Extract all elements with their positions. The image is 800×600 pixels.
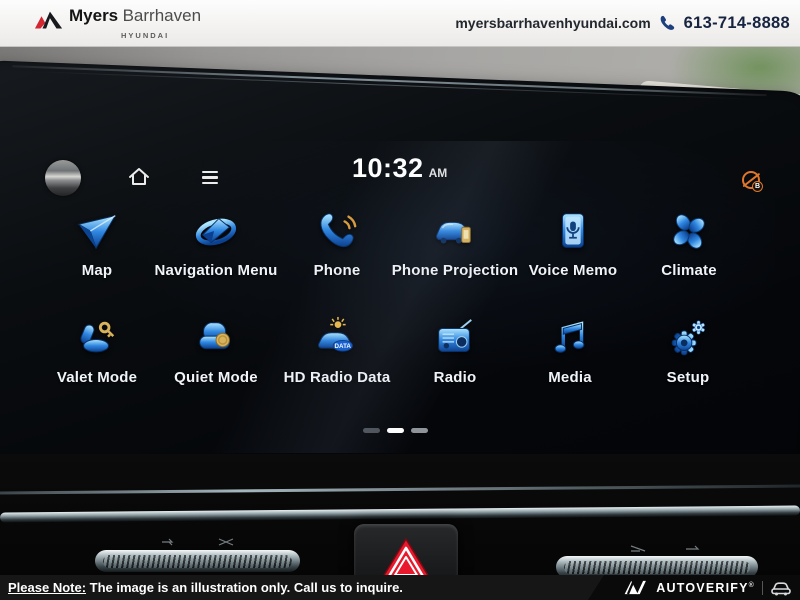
phone-contact-icon <box>658 14 677 33</box>
menu-icon <box>202 182 218 184</box>
map-thumbnail[interactable] <box>45 160 81 196</box>
car-icon <box>770 580 792 596</box>
page-indicator <box>363 428 428 433</box>
photo-footer: Please Note: The image is an illustratio… <box>0 575 800 600</box>
climate-icon <box>666 209 712 255</box>
dashboard-photo: 10:32AM B Map <box>0 46 800 600</box>
menu-item-setup[interactable]: Setup <box>603 316 773 388</box>
page-indicator-dot[interactable] <box>363 428 380 433</box>
menu-button[interactable] <box>202 171 218 184</box>
svg-text:DATA: DATA <box>335 343 352 350</box>
myers-logo-icon <box>34 8 64 32</box>
navigation-menu-icon <box>193 209 239 255</box>
dealer-website: myersbarrhavenhyundai.com <box>455 15 650 31</box>
dealer-name-bold: Myers <box>69 6 118 25</box>
infotainment-screen: 10:32AM B Map <box>30 141 775 453</box>
vent-controls <box>160 538 238 547</box>
clock: 10:32 AM <box>352 153 447 184</box>
dealer-brand: HYUNDAI <box>121 26 201 46</box>
vent-control-icon <box>160 538 182 547</box>
phone-icon <box>314 209 360 255</box>
valet-mode-icon <box>74 316 120 362</box>
vent-control-icon <box>216 538 238 547</box>
phone-projection-icon <box>432 209 478 255</box>
hd-radio-data-icon: DATA <box>314 316 360 362</box>
chrome-trim <box>0 485 800 495</box>
dealer-vehicle-photo: Myers Barrhaven HYUNDAI myersbarrhavenhy… <box>0 0 800 600</box>
media-icon <box>547 316 593 362</box>
air-vent-trim <box>95 550 300 572</box>
dealer-name-regular: Barrhaven <box>123 6 201 25</box>
time-period: AM <box>429 166 448 180</box>
menu-item-label: Climate <box>604 262 774 281</box>
menu-item-label: Setup <box>603 369 773 388</box>
dealer-logo: Myers Barrhaven HYUNDAI <box>34 6 201 46</box>
home-button[interactable] <box>128 167 150 187</box>
autoverify-brand: AUTOVERIFY® <box>623 575 792 600</box>
setup-icon <box>665 316 711 362</box>
chrome-trim <box>0 506 800 523</box>
autoverify-logo-icon <box>623 579 649 596</box>
menu-item-climate[interactable]: Climate <box>604 209 774 281</box>
bluetooth-phone-battery-icon: B <box>742 171 760 189</box>
disclaimer-label: Please Note: <box>8 580 86 595</box>
dealer-contact: myersbarrhavenhyundai.com 613-714-8888 <box>455 0 790 46</box>
dealer-header: Myers Barrhaven HYUNDAI myersbarrhavenhy… <box>0 0 800 46</box>
voice-memo-icon <box>550 209 596 255</box>
dealer-phone: 613-714-8888 <box>684 14 790 33</box>
map-icon <box>74 209 120 255</box>
bluetooth-badge: B <box>752 181 763 192</box>
vent-control-icon <box>628 544 650 553</box>
registered-mark: ® <box>749 581 755 588</box>
disclaimer: Please Note: The image is an illustratio… <box>8 580 403 595</box>
footer-divider <box>762 581 763 595</box>
page-indicator-dot[interactable] <box>411 428 428 433</box>
quiet-mode-icon <box>193 316 239 362</box>
vent-control-icon <box>684 544 706 553</box>
time-value: 10:32 <box>352 153 424 183</box>
radio-icon <box>432 316 478 362</box>
page-indicator-dot-active[interactable] <box>387 428 404 433</box>
menu-icon <box>202 171 218 173</box>
vent-controls <box>628 544 706 553</box>
home-icon <box>128 167 150 187</box>
disclaimer-text: The image is an illustration only. Call … <box>86 580 403 595</box>
autoverify-wordmark: AUTOVERIFY® <box>656 581 755 595</box>
menu-icon <box>202 176 218 178</box>
